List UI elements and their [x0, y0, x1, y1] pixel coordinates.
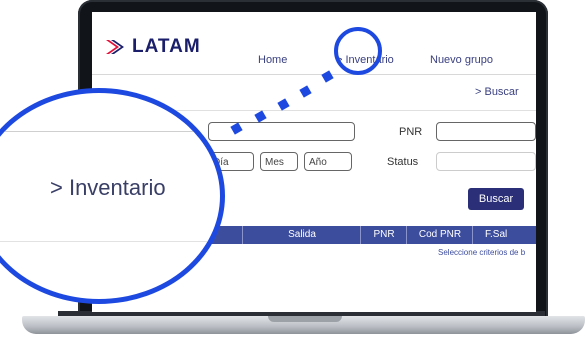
- latam-logo[interactable]: LATAM: [104, 34, 201, 60]
- pnr-label: PNR: [399, 126, 423, 138]
- search-button[interactable]: Buscar: [468, 188, 524, 210]
- zoom-inventario-label: > Inventario: [50, 175, 166, 200]
- search-text-input[interactable]: [208, 122, 355, 141]
- nav-nuevo-grupo-link[interactable]: Nuevo grupo: [430, 54, 493, 66]
- header-divider: [92, 74, 536, 75]
- column-header-pnr[interactable]: PNR: [360, 226, 407, 244]
- zoom-divider: [0, 241, 220, 242]
- status-label: Status: [387, 156, 419, 168]
- latam-logo-icon: [106, 40, 124, 54]
- pnr-input[interactable]: [436, 122, 536, 141]
- month-input[interactable]: Mes: [260, 152, 298, 171]
- year-input[interactable]: Año: [304, 152, 352, 171]
- highlight-circle: [334, 27, 382, 75]
- column-header-salida[interactable]: Salida: [242, 226, 361, 244]
- status-input[interactable]: [436, 152, 536, 171]
- empty-results-message: Seleccione criterios de b: [438, 248, 526, 257]
- column-header-fecha-salida[interactable]: F.Sal: [472, 226, 536, 244]
- column-header-cod-pnr[interactable]: Cod PNR: [406, 226, 473, 244]
- logo-text: LATAM: [132, 36, 201, 57]
- nav-home-link[interactable]: Home: [258, 54, 287, 66]
- zoom-divider: [0, 131, 220, 132]
- breadcrumb[interactable]: > Buscar: [475, 86, 519, 98]
- laptop-base-notch: [268, 316, 342, 322]
- site-header: LATAM Home > Inventario Nuevo grupo: [92, 12, 536, 66]
